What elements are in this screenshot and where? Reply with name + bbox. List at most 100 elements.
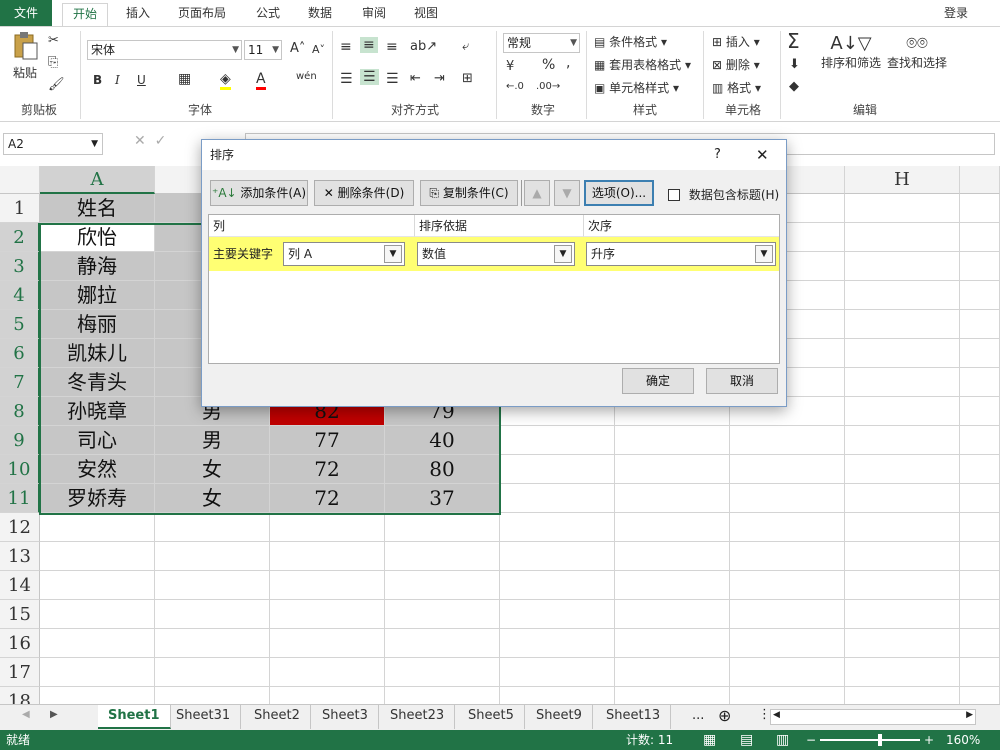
tab-view[interactable]: 视图 [404,3,448,26]
font-color-icon[interactable]: A [256,71,266,90]
phonetic-icon[interactable]: wén [296,71,317,82]
cell[interactable] [500,658,615,687]
cell[interactable] [40,658,155,687]
cell[interactable]: 40 [385,426,500,455]
align-right-icon[interactable]: ☰ [386,71,399,87]
row-header[interactable]: 14 [0,571,40,600]
cell[interactable]: 72 [270,484,385,513]
cell[interactable] [500,542,615,571]
cell[interactable] [155,542,270,571]
cell[interactable] [960,542,1000,571]
cell[interactable] [40,513,155,542]
login-link[interactable]: 登录 [934,3,978,26]
number-format-select[interactable]: 常规 ▼ [503,33,580,53]
cell[interactable] [845,368,960,397]
cell[interactable] [960,310,1000,339]
row-header[interactable]: 8 [0,397,40,426]
cell[interactable] [40,542,155,571]
cell[interactable]: 37 [385,484,500,513]
help-button[interactable]: ? [714,140,721,170]
zoom-slider[interactable] [820,734,920,746]
shrink-font-icon[interactable]: A˅ [312,43,325,56]
cell[interactable] [845,397,960,426]
format-cells-button[interactable]: ▥ 格式 ▾ [712,79,761,96]
cell[interactable] [960,368,1000,397]
percent-button[interactable]: % [542,57,555,73]
zoom-slider-thumb[interactable] [878,734,882,746]
cell[interactable] [615,658,730,687]
italic-button[interactable]: I [115,73,120,87]
zoom-in-icon[interactable]: + [924,730,934,750]
cell[interactable]: 冬青头 [40,368,155,397]
row-header[interactable]: 6 [0,339,40,368]
tab-formulas[interactable]: 公式 [246,3,290,26]
sort-column-select[interactable]: 列 A ▼ [283,242,405,266]
cell[interactable] [155,658,270,687]
row-header[interactable]: 9 [0,426,40,455]
sheet-tab[interactable]: Sheet13 [596,705,672,729]
cell[interactable] [730,426,845,455]
cell[interactable] [615,629,730,658]
clear-icon[interactable]: ◆ [789,79,799,94]
format-painter-icon[interactable]: 🖌 [48,77,65,92]
align-left-icon[interactable]: ☰ [340,71,353,87]
cell[interactable] [615,600,730,629]
cell[interactable] [270,600,385,629]
cell[interactable] [385,513,500,542]
cell[interactable]: 姓名 [40,194,155,223]
tab-review[interactable]: 审阅 [352,3,396,26]
cell[interactable]: 娜拉 [40,281,155,310]
cell[interactable] [960,339,1000,368]
tab-home[interactable]: 开始 [62,3,109,26]
column-header-i[interactable] [960,166,1000,194]
sheet-tab[interactable]: Sheet2 [244,705,311,729]
cell[interactable] [960,397,1000,426]
font-name-select[interactable]: 宋体 ▼ [87,40,242,60]
cell[interactable]: 72 [270,455,385,484]
align-center-icon[interactable]: ☰ [360,69,379,85]
horizontal-scrollbar[interactable]: ◀ ▶ [770,709,976,725]
cell[interactable]: 静海 [40,252,155,281]
copy-icon[interactable]: ⎘ [48,55,58,70]
cell[interactable] [845,629,960,658]
cell[interactable] [845,281,960,310]
cell[interactable] [845,339,960,368]
cell[interactable] [845,484,960,513]
move-up-button[interactable]: ▲ [524,180,550,206]
cell[interactable] [270,542,385,571]
format-as-table-button[interactable]: ▦ 套用表格格式 ▾ [594,56,691,73]
cell[interactable]: 孙晓章 [40,397,155,426]
cell[interactable] [960,600,1000,629]
cell[interactable] [500,426,615,455]
row-header[interactable]: 15 [0,600,40,629]
cell[interactable] [155,571,270,600]
cell[interactable] [615,542,730,571]
page-layout-view-icon[interactable]: ▤ [740,730,753,750]
zoom-level[interactable]: 160% [946,730,980,750]
cell[interactable] [500,455,615,484]
row-header[interactable]: 3 [0,252,40,281]
close-icon[interactable]: ✕ [756,140,769,170]
row-header[interactable]: 12 [0,513,40,542]
cell[interactable] [500,513,615,542]
row-header[interactable]: 13 [0,542,40,571]
add-sheet-icon[interactable]: ⊕ [718,706,731,725]
border-icon[interactable]: ▦ [178,71,191,87]
column-header-a[interactable]: A [40,166,155,194]
cell[interactable]: 欣怡 [40,223,155,252]
name-box[interactable]: A2 ▼ [3,133,103,155]
fill-color-icon[interactable]: ◈ [220,71,231,90]
tab-data[interactable]: 数据 [298,3,342,26]
cell[interactable] [730,629,845,658]
cell[interactable] [960,223,1000,252]
wrap-text-icon[interactable]: ⤶ [462,39,469,54]
row-header[interactable]: 4 [0,281,40,310]
orientation-icon[interactable]: ab↗ [410,39,437,54]
move-down-button[interactable]: ▼ [554,180,580,206]
currency-icon[interactable]: ¥ [506,59,514,74]
cell[interactable] [730,600,845,629]
cell[interactable] [270,513,385,542]
cell[interactable] [845,658,960,687]
column-header-h[interactable]: H [845,166,960,194]
cell[interactable] [730,542,845,571]
